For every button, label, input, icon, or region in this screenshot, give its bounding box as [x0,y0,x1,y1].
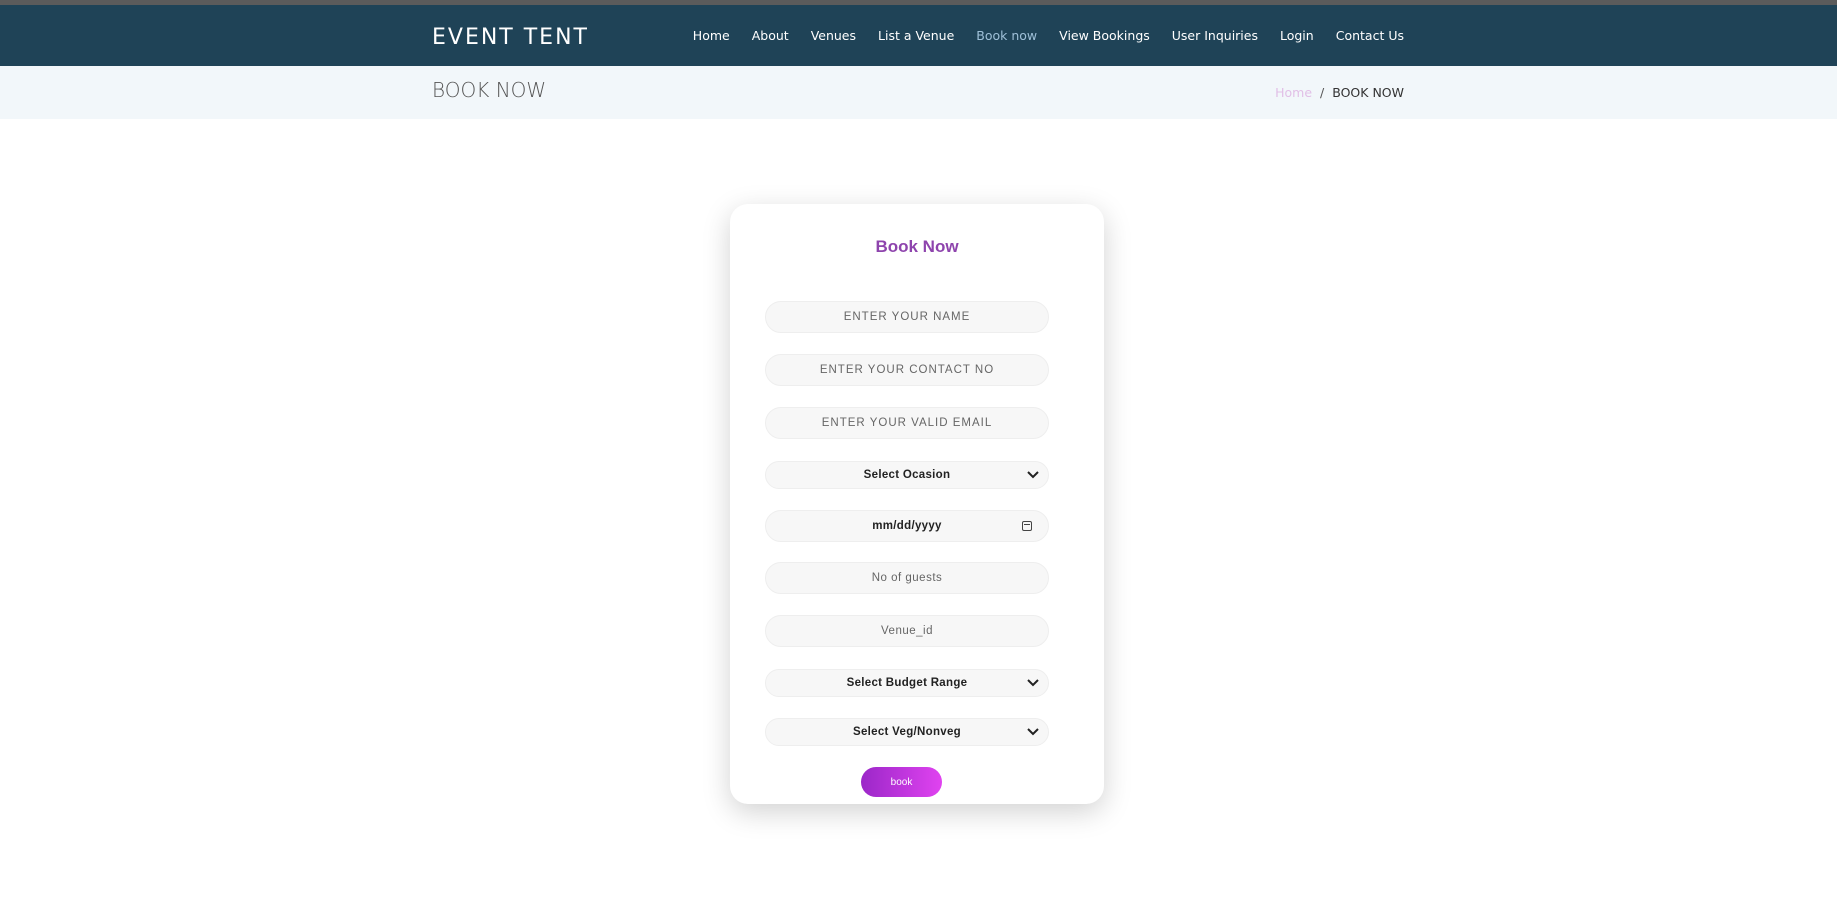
nav-venues[interactable]: Venues [811,28,856,43]
breadcrumb-bar: BOOK NOW Home / BOOK NOW [0,66,1837,119]
venue-id-placeholder: Venue_id [881,625,933,637]
venue-id-input[interactable]: Venue_id [765,615,1049,647]
date-input[interactable]: mm/dd/yyyy [765,510,1049,542]
calendar-icon[interactable] [1022,521,1032,531]
breadcrumb: Home / BOOK NOW [1275,85,1404,100]
name-input[interactable]: ENTER YOUR NAME [765,301,1049,333]
email-input[interactable]: ENTER YOUR VALID EMAIL [765,407,1049,439]
guests-placeholder: No of guests [871,572,943,584]
nav-user-inquiries[interactable]: User Inquiries [1172,28,1258,43]
form-title: Book Now [875,237,959,256]
chevron-down-icon [1027,728,1039,736]
nav-contact-us[interactable]: Contact Us [1336,28,1404,43]
veg-nonveg-select[interactable]: Select Veg/Nonveg [765,718,1049,746]
brand-logo[interactable]: EVENT TENT [432,25,589,50]
booking-form-card: Book Now ENTER YOUR NAME ENTER YOUR CONT… [730,204,1104,804]
veg-nonveg-value: Select Veg/Nonveg [853,726,961,738]
breadcrumb-separator: / [1320,85,1325,100]
nav-list-a-venue[interactable]: List a Venue [878,28,954,43]
navbar: EVENT TENT Home About Venues List a Venu… [0,5,1837,66]
nav-home[interactable]: Home [693,28,730,43]
occasion-value: Select Ocasion [863,469,951,481]
occasion-select[interactable]: Select Ocasion [765,461,1049,489]
email-placeholder: ENTER YOUR VALID EMAIL [821,417,993,429]
chevron-down-icon [1027,471,1039,479]
name-placeholder: ENTER YOUR NAME [843,311,971,323]
breadcrumb-home-link[interactable]: Home [1275,85,1312,100]
page-title: BOOK NOW [432,78,547,102]
nav-view-bookings[interactable]: View Bookings [1059,28,1150,43]
contact-placeholder: ENTER YOUR CONTACT NO [819,364,995,376]
budget-select[interactable]: Select Budget Range [765,669,1049,697]
book-button[interactable]: book [861,767,942,797]
nav-book-now[interactable]: Book now [976,28,1037,43]
main-nav: Home About Venues List a Venue Book now … [671,28,1404,43]
budget-value: Select Budget Range [846,677,968,689]
guests-input[interactable]: No of guests [765,562,1049,594]
chevron-down-icon [1027,679,1039,687]
nav-login[interactable]: Login [1280,28,1314,43]
nav-about[interactable]: About [752,28,789,43]
date-value: mm/dd/yyyy [872,520,942,532]
breadcrumb-current: BOOK NOW [1332,85,1404,100]
contact-input[interactable]: ENTER YOUR CONTACT NO [765,354,1049,386]
